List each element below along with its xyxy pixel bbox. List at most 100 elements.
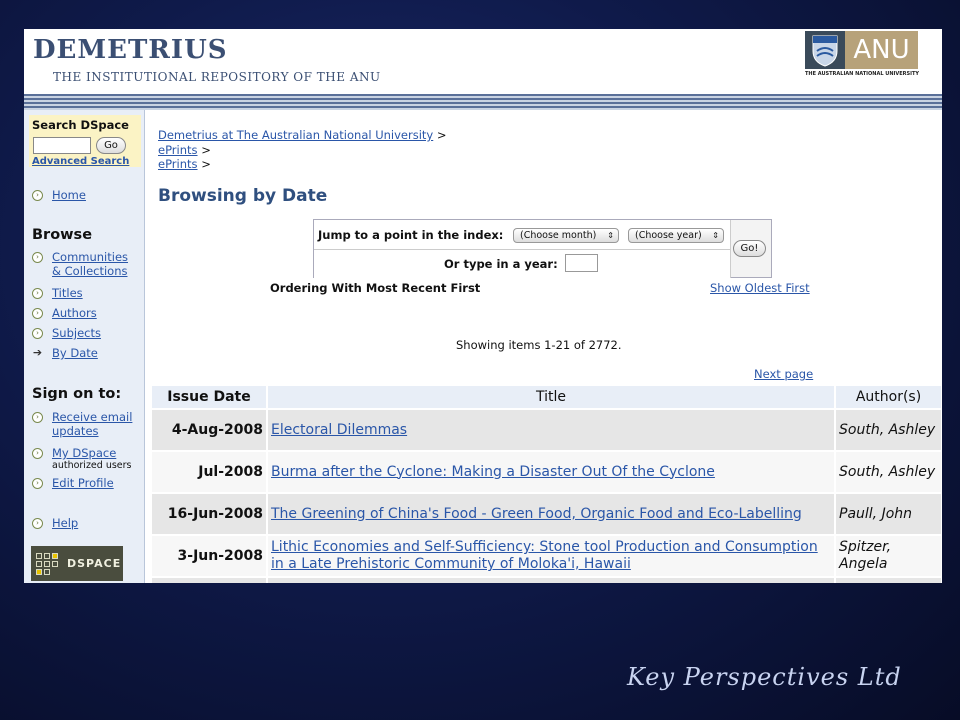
search-input[interactable] bbox=[33, 137, 91, 154]
anu-logo[interactable]: ANU THE AUSTRALIAN NATIONAL UNIVERSITY bbox=[805, 31, 920, 79]
cell-date: 3-Jun-2008 bbox=[150, 534, 268, 578]
column-header-title[interactable]: Title bbox=[266, 384, 836, 410]
table-header-row: Issue Date Title Author(s) bbox=[150, 384, 942, 410]
cell-author: South, Ashley bbox=[834, 450, 942, 494]
item-title-link[interactable]: Electoral Dilemmas bbox=[271, 422, 407, 438]
search-panel: Search DSpace Go Advanced Search bbox=[29, 115, 141, 167]
breadcrumb-link[interactable]: ePrints bbox=[158, 143, 198, 157]
main-content: Demetrius at The Australian National Uni… bbox=[146, 110, 942, 583]
sidebar-item-subjects[interactable]: › Subjects bbox=[32, 326, 101, 340]
cell-author bbox=[834, 576, 942, 583]
cell-date: 4-Aug-2008 bbox=[150, 408, 268, 452]
search-go-button[interactable]: Go bbox=[96, 137, 126, 154]
ordering-label: Ordering With Most Recent First bbox=[270, 281, 481, 295]
jump-row-year: Or type in a year: bbox=[314, 250, 731, 278]
sidebar-item-label[interactable]: Titles bbox=[52, 286, 83, 300]
page-title: Browsing by Date bbox=[158, 186, 328, 206]
sidebar-item-note: authorized users bbox=[52, 460, 132, 471]
site-header: DEMETRIUS THE INSTITUTIONAL REPOSITORY O… bbox=[24, 29, 942, 95]
anu-crest-icon bbox=[805, 31, 845, 69]
table-row: Jul-2008 Burma after the Cyclone: Making… bbox=[150, 450, 942, 494]
arrow-circle-icon: › bbox=[32, 448, 43, 459]
cell-title: The Greening of China's Food - Green Foo… bbox=[266, 492, 836, 536]
arrow-right-icon: ➔ bbox=[32, 346, 43, 359]
year-input[interactable] bbox=[565, 254, 598, 272]
table-row: 4-Aug-2008 Electoral Dilemmas South, Ash… bbox=[150, 408, 942, 452]
sidebar-item-help[interactable]: › Help bbox=[32, 516, 78, 530]
breadcrumb-link[interactable]: Demetrius at The Australian National Uni… bbox=[158, 128, 433, 142]
header-stripe bbox=[24, 94, 942, 110]
jump-go-button[interactable]: Go! bbox=[733, 240, 766, 257]
arrow-circle-icon: › bbox=[32, 412, 43, 423]
advanced-search-link[interactable]: Advanced Search bbox=[32, 156, 129, 167]
sidebar-item-label[interactable]: Help bbox=[52, 516, 78, 530]
month-select[interactable]: (Choose month) ⇕ bbox=[513, 228, 619, 243]
signon-heading: Sign on to: bbox=[32, 386, 122, 402]
sidebar-item-home[interactable]: › Home bbox=[32, 188, 86, 202]
arrow-circle-icon: › bbox=[32, 190, 43, 201]
sidebar-item-edit-profile[interactable]: › Edit Profile bbox=[32, 476, 114, 490]
dspace-logo-text: DSPACE bbox=[67, 557, 122, 570]
sidebar-item-label[interactable]: Edit Profile bbox=[52, 476, 114, 490]
arrow-circle-icon: › bbox=[32, 288, 43, 299]
footer-brand: Key Perspectives Ltd bbox=[627, 663, 902, 691]
breadcrumb-separator: > bbox=[436, 128, 447, 142]
cell-date bbox=[150, 576, 268, 583]
sidebar-item-label[interactable]: Home bbox=[52, 188, 86, 202]
breadcrumb-link[interactable]: ePrints bbox=[158, 157, 198, 171]
sidebar-item-communities[interactable]: › Communities & Collections bbox=[32, 250, 134, 278]
sidebar-item-titles[interactable]: › Titles bbox=[32, 286, 83, 300]
item-title-link[interactable]: The Greening of China's Food - Green Foo… bbox=[271, 506, 802, 522]
breadcrumb-separator: > bbox=[201, 143, 211, 157]
cell-author: Spitzer, Angela bbox=[834, 534, 942, 578]
cell-title: Burma after the Cyclone: Making a Disast… bbox=[266, 450, 836, 494]
arrow-circle-icon: › bbox=[32, 252, 43, 263]
site-title[interactable]: DEMETRIUS bbox=[33, 35, 228, 65]
screenshot-frame: DEMETRIUS THE INSTITUTIONAL REPOSITORY O… bbox=[24, 29, 942, 583]
sidebar-item-by-date[interactable]: ➔ By Date bbox=[32, 346, 98, 360]
sidebar-item-email-updates[interactable]: › Receive email updates bbox=[32, 410, 142, 438]
cell-date: Jul-2008 bbox=[150, 450, 268, 494]
sidebar-item-authors[interactable]: › Authors bbox=[32, 306, 97, 320]
browse-heading: Browse bbox=[32, 227, 93, 243]
year-select[interactable]: (Choose year) ⇕ bbox=[628, 228, 724, 243]
sidebar-item-label[interactable]: Communities & Collections bbox=[52, 250, 134, 278]
search-title: Search DSpace bbox=[32, 118, 129, 132]
sidebar-item-label[interactable]: Subjects bbox=[52, 326, 101, 340]
item-title-link[interactable]: Burma after the Cyclone: Making a Disast… bbox=[271, 464, 715, 480]
sidebar-item-label[interactable]: My DSpace bbox=[52, 446, 132, 460]
sidebar-item-label[interactable]: By Date bbox=[52, 346, 98, 360]
breadcrumb: Demetrius at The Australian National Uni… bbox=[158, 128, 447, 142]
my-dspace-block: My DSpace authorized users bbox=[52, 446, 132, 471]
column-header-issue-date[interactable]: Issue Date bbox=[150, 384, 268, 410]
anu-caption: THE AUSTRALIAN NATIONAL UNIVERSITY bbox=[805, 71, 920, 77]
year-select-value: (Choose year) bbox=[635, 230, 702, 241]
sidebar-item-label[interactable]: Authors bbox=[52, 306, 97, 320]
cell-author: South, Ashley bbox=[834, 408, 942, 452]
jump-label: Jump to a point in the index: bbox=[318, 228, 504, 242]
results-table: Issue Date Title Author(s) 4-Aug-2008 El… bbox=[150, 384, 942, 583]
sidebar-item-my-dspace[interactable]: › My DSpace authorized users bbox=[32, 446, 132, 471]
results-count: Showing items 1-21 of 2772. bbox=[456, 338, 622, 352]
cell-date: 16-Jun-2008 bbox=[150, 492, 268, 536]
next-page-link[interactable]: Next page bbox=[754, 367, 813, 381]
arrow-circle-icon: › bbox=[32, 518, 43, 529]
breadcrumb: ePrints > bbox=[158, 157, 211, 171]
site-subtitle: THE INSTITUTIONAL REPOSITORY OF THE ANU bbox=[53, 70, 381, 84]
breadcrumb-separator: > bbox=[201, 157, 211, 171]
select-caret-icon: ⇕ bbox=[712, 231, 719, 240]
cell-author: Paull, John bbox=[834, 492, 942, 536]
month-select-value: (Choose month) bbox=[520, 230, 597, 241]
select-caret-icon: ⇕ bbox=[607, 231, 614, 240]
column-header-authors[interactable]: Author(s) bbox=[834, 384, 942, 410]
table-row: 16-Jun-2008 The Greening of China's Food… bbox=[150, 492, 942, 536]
item-title-link[interactable]: Lithic Economies and Self-Sufficiency: S… bbox=[271, 539, 818, 572]
dspace-logo[interactable]: DSPACE bbox=[31, 546, 123, 581]
cell-title: Electoral Dilemmas bbox=[266, 408, 836, 452]
breadcrumb: ePrints > bbox=[158, 143, 211, 157]
sidebar-item-label[interactable]: Receive email updates bbox=[52, 410, 142, 438]
arrow-circle-icon: › bbox=[32, 478, 43, 489]
table-row bbox=[150, 576, 942, 583]
anu-wordmark: ANU bbox=[845, 31, 918, 69]
show-oldest-link[interactable]: Show Oldest First bbox=[710, 281, 810, 295]
